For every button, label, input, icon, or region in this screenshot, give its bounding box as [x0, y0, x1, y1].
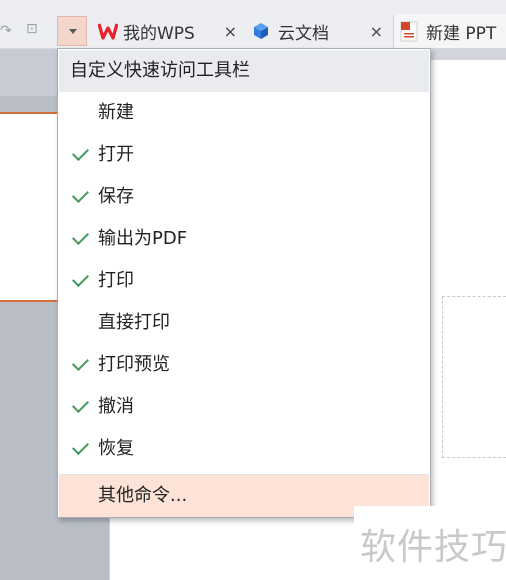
menu-item-label: 打印: [98, 270, 134, 291]
menu-item-new[interactable]: 新建: [59, 92, 429, 134]
redo-icon[interactable]: ↷: [0, 24, 12, 38]
quick-access-menu: 自定义快速访问工具栏 新建 打开 保存 输出为PDF 打印 直接打印 打印预览 …: [57, 48, 431, 518]
check-icon: [72, 270, 89, 287]
tab-label: 云文档: [278, 23, 329, 44]
menu-item-label: 直接打印: [98, 312, 170, 333]
tab-cloud-docs[interactable]: 云文档 ×: [248, 14, 393, 48]
quick-access-dropdown-button[interactable]: [57, 16, 87, 46]
watermark: 软件技巧: [354, 506, 506, 580]
wps-logo-icon: [98, 23, 118, 40]
check-icon: [72, 396, 89, 413]
tab-bar: ↷ ⊡ 我的WPS × 云文档 × 新建 PPT: [0, 0, 506, 49]
tab-my-wps[interactable]: 我的WPS ×: [95, 14, 245, 48]
tab-new-ppt[interactable]: 新建 PPT: [393, 14, 506, 48]
menu-item-label: 其他命令...: [98, 485, 188, 506]
menu-item-label: 打印预览: [98, 354, 170, 375]
cloud-docs-icon: [254, 23, 268, 39]
check-icon: [72, 186, 89, 203]
close-tab-icon[interactable]: ×: [370, 22, 383, 41]
crop-icon[interactable]: ⊡: [26, 22, 38, 36]
close-tab-icon[interactable]: ×: [224, 22, 237, 41]
menu-item-label: 撤消: [98, 396, 134, 417]
menu-item-redo[interactable]: 恢复: [59, 428, 429, 470]
menu-item-print-preview[interactable]: 打印预览: [59, 344, 429, 386]
tab-label: 我的WPS: [123, 23, 195, 44]
check-icon: [72, 144, 89, 161]
menu-item-label: 打开: [98, 144, 134, 165]
menu-item-label: 恢复: [98, 438, 134, 459]
ppt-file-icon: [400, 21, 418, 41]
check-icon: [72, 438, 89, 455]
menu-item-label: 保存: [98, 186, 134, 207]
text-placeholder[interactable]: [442, 296, 506, 458]
watermark-text: 软件技巧: [360, 527, 506, 568]
menu-item-undo[interactable]: 撤消: [59, 386, 429, 428]
menu-item-direct-print[interactable]: 直接打印: [59, 302, 429, 344]
tab-label: 新建 PPT: [426, 23, 497, 44]
menu-title: 自定义快速访问工具栏: [59, 50, 429, 92]
check-icon: [72, 354, 89, 371]
check-icon: [72, 228, 89, 245]
menu-item-label: 输出为PDF: [98, 228, 188, 249]
menu-item-label: 新建: [98, 102, 134, 123]
menu-item-print[interactable]: 打印: [59, 260, 429, 302]
menu-item-export-pdf[interactable]: 输出为PDF: [59, 218, 429, 260]
menu-item-open[interactable]: 打开: [59, 134, 429, 176]
menu-item-save[interactable]: 保存: [59, 176, 429, 218]
